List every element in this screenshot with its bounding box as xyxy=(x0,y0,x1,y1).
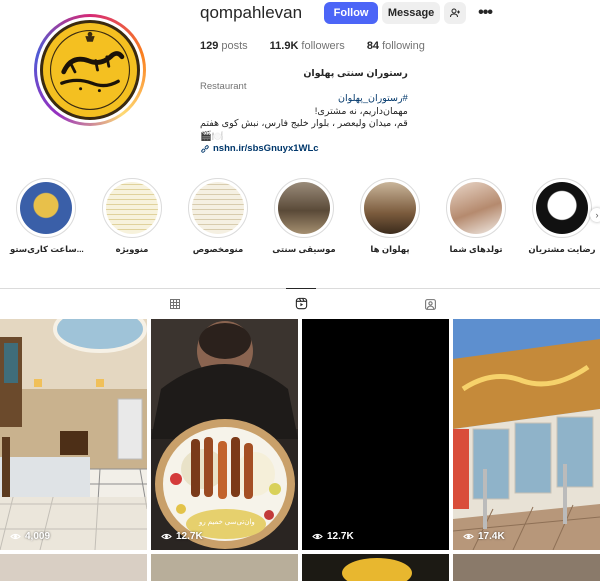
highlight-item[interactable]: ساعت کاری‌ستو... xyxy=(10,178,84,255)
play-count-icon xyxy=(10,533,21,540)
username: qompahlevan xyxy=(200,3,303,22)
reel-tile[interactable]: 12.7K xyxy=(302,319,449,550)
profile-bio: رستوران سنتی پهلوان Restaurant #رستوران_… xyxy=(200,68,408,156)
play-count-icon xyxy=(463,533,474,540)
tab-posts[interactable] xyxy=(160,289,190,319)
bio-external-link[interactable]: nshn.ir/sbsGnuyx1WLc xyxy=(200,143,408,156)
reel-tile[interactable] xyxy=(453,554,600,581)
reel-tile[interactable]: 12.7K وان‌تی‌سی خمیم رو xyxy=(151,319,298,550)
profile-stats: 129 posts 11.9K followers 84 following xyxy=(200,40,447,52)
followers-stat[interactable]: 11.9K followers xyxy=(270,40,345,52)
following-stat[interactable]: 84 following xyxy=(367,40,425,52)
highlight-label: پهلوان ها xyxy=(370,244,410,254)
reel-tile[interactable] xyxy=(0,554,147,581)
story-highlights: رضایت مشتریان تولدهای شما پهلوان ها موسی… xyxy=(10,178,600,258)
logo-graphic xyxy=(45,25,135,115)
highlight-cover xyxy=(106,182,158,234)
profile-category: Restaurant xyxy=(200,80,247,92)
view-count: 12.7K xyxy=(312,531,354,542)
reel-caption: وان‌تی‌سی خمیم رو xyxy=(199,519,255,526)
more-options-button[interactable]: ••• xyxy=(474,2,496,24)
follow-button[interactable]: Follow xyxy=(324,2,379,24)
profile-header: qompahlevan Follow Message ••• xyxy=(200,0,496,26)
tab-tagged[interactable] xyxy=(415,289,445,319)
highlight-cover xyxy=(364,182,416,234)
highlight-label: رضایت مشتریان xyxy=(528,244,596,254)
play-count-icon xyxy=(312,533,323,540)
highlight-label: منوویژه xyxy=(115,244,149,254)
reel-tile[interactable]: 17.4K xyxy=(453,319,600,550)
bio-hashtag-link[interactable]: #رستوران_پهلوان xyxy=(200,93,408,106)
profile-avatar[interactable] xyxy=(34,14,146,126)
highlight-cover xyxy=(450,182,502,234)
highlight-label: ساعت کاری‌ستو... xyxy=(10,244,84,254)
view-count: 17.4K xyxy=(463,531,505,542)
posts-stat: 129 posts xyxy=(200,40,248,52)
highlight-item[interactable]: منوویژه xyxy=(96,178,168,255)
reel-tile[interactable]: 4,009 xyxy=(0,319,147,550)
reel-thumbnail xyxy=(151,319,298,550)
highlight-item[interactable]: تولدهای شما xyxy=(440,178,512,255)
highlight-item[interactable]: رضایت مشتریان xyxy=(526,178,598,255)
tagged-icon xyxy=(424,298,436,310)
restaurant-logo xyxy=(40,20,140,120)
suggest-user-button[interactable] xyxy=(444,2,467,24)
bio-address: قم، میدان ولیعصر ، بلوار خلیج فارس، نبش … xyxy=(200,118,408,129)
add-person-icon xyxy=(450,8,461,18)
play-count-icon xyxy=(161,533,172,540)
highlight-cover xyxy=(192,182,244,234)
reel-tile[interactable] xyxy=(302,554,449,581)
highlight-cover xyxy=(536,182,588,234)
highlight-label: موسیقی سنتی xyxy=(272,244,336,254)
reels-icon xyxy=(295,297,307,310)
highlight-item[interactable]: موسیقی سنتی xyxy=(268,178,340,255)
reel-tile[interactable] xyxy=(151,554,298,581)
highlight-item[interactable]: منومخصوص xyxy=(182,178,254,255)
highlight-cover xyxy=(20,182,72,234)
highlight-item[interactable]: پهلوان ها xyxy=(354,178,426,255)
chevron-right-icon[interactable]: › xyxy=(590,208,600,222)
reel-thumbnail xyxy=(342,558,412,581)
grid-icon xyxy=(170,299,180,309)
reel-thumbnail xyxy=(453,319,600,550)
link-icon xyxy=(201,145,209,154)
reel-thumbnail xyxy=(0,319,147,550)
message-button[interactable]: Message xyxy=(382,2,441,24)
highlight-cover xyxy=(278,182,330,234)
bio-line: مهمان‌داریم، نه مشتری! xyxy=(314,105,408,117)
tab-reels[interactable] xyxy=(286,288,316,318)
profile-tabs xyxy=(0,288,600,318)
highlight-label: تولدهای شما xyxy=(449,244,503,254)
view-count: 12.7K xyxy=(161,531,203,542)
highlight-label: منومخصوص xyxy=(192,244,244,254)
view-count: 4,009 xyxy=(10,531,50,542)
bio-emoji-line: 🎬🍽️ xyxy=(200,130,224,142)
profile-name: رستوران سنتی پهلوان xyxy=(303,68,408,79)
